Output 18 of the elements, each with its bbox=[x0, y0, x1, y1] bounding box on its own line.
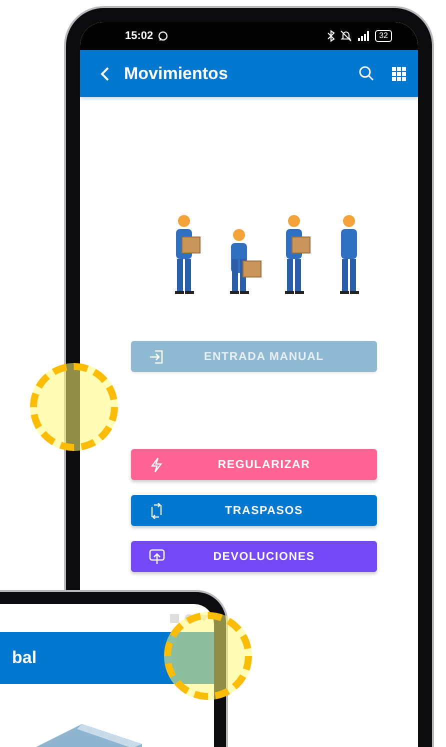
screen-title: bal bbox=[12, 648, 38, 668]
grid-menu-icon[interactable] bbox=[392, 66, 406, 80]
signal-icon bbox=[357, 30, 370, 42]
action-button[interactable]: TRASPASOS bbox=[131, 495, 377, 526]
battery-level: 32 bbox=[375, 30, 392, 42]
status-time: 15:02 bbox=[125, 30, 154, 42]
chat-bubble-icon bbox=[158, 31, 168, 41]
upload-tray-icon bbox=[149, 548, 165, 564]
back-icon[interactable] bbox=[100, 66, 110, 82]
action-button[interactable]: REGULARIZAR bbox=[131, 449, 377, 480]
sign-in-icon bbox=[149, 348, 165, 364]
search-icon[interactable] bbox=[359, 66, 374, 81]
action-button[interactable]: DEVOLUCIONES bbox=[131, 541, 377, 572]
bell-off-icon bbox=[340, 30, 352, 42]
nav-dots-icon bbox=[170, 612, 210, 624]
screen-title: Movimientos bbox=[124, 64, 229, 84]
lightning-icon bbox=[149, 456, 165, 472]
bluetooth-icon bbox=[327, 30, 336, 42]
